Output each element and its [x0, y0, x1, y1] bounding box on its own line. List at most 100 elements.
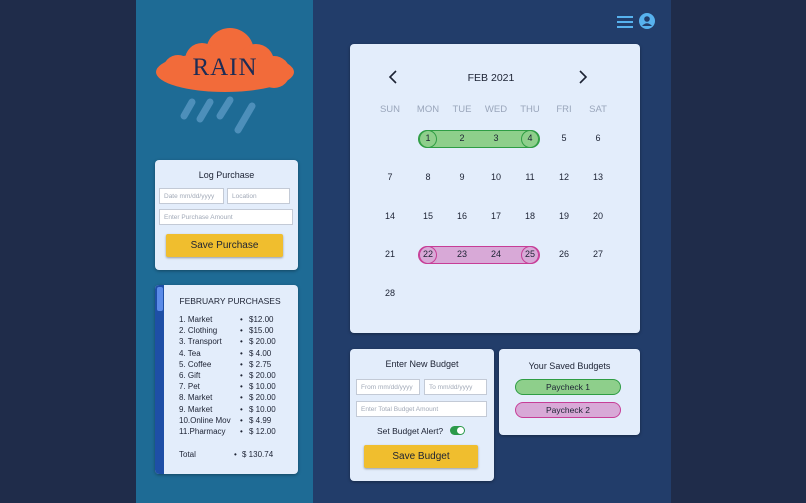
purchase-list-item: 4. Tea • $ 4.00 [179, 349, 291, 360]
calendar-day[interactable]: 2 [447, 133, 477, 143]
purchase-item-amount: $15.00 [249, 326, 274, 336]
weekday-header: MON [416, 104, 440, 115]
purchase-item-amount: $ 20.00 [249, 337, 276, 347]
purchase-list-item: 10.Online Mov • $ 4.99 [179, 416, 291, 427]
purchase-list-item: 11.Pharmacy • $ 12.00 [179, 427, 291, 438]
purchase-item-bullet: • [240, 315, 243, 324]
total-value: $ 130.74 [242, 450, 274, 459]
calendar-day[interactable]: 25 [515, 249, 545, 259]
purchase-list-item: 7. Pet • $ 10.00 [179, 382, 291, 393]
calendar-day[interactable]: 26 [549, 249, 579, 259]
calendar-day[interactable]: 1 [413, 133, 443, 143]
calendar-day[interactable]: 4 [515, 133, 545, 143]
save-budget-button[interactable]: Save Budget [364, 445, 478, 468]
purchase-item-amount: $12.00 [249, 315, 274, 324]
calendar-day[interactable]: 15 [413, 211, 443, 221]
budget-alert-toggle[interactable] [450, 426, 465, 435]
saved-budget-item[interactable]: Paycheck 1 [515, 379, 621, 395]
log-purchase-title: Log Purchase [198, 170, 255, 180]
purchase-amount-input[interactable] [159, 209, 293, 225]
purchase-item-bullet: • [240, 427, 243, 436]
weekday-header: SAT [589, 104, 607, 115]
calendar-day[interactable]: 8 [413, 172, 443, 182]
chevron-right-icon[interactable] [576, 69, 590, 85]
purchase-list-item: 1. Market • $12.00 [179, 315, 291, 326]
purchase-item-name: 7. Pet [179, 382, 200, 392]
saved-budgets-title: Your Saved Budgets [528, 361, 611, 371]
rain-logo: RAIN [150, 24, 300, 136]
purchase-item-amount: $ 10.00 [249, 404, 276, 414]
budget-to-input[interactable] [424, 379, 487, 395]
purchases-scroll-track[interactable] [155, 285, 164, 474]
purchase-item-name: 11.Pharmacy [179, 427, 226, 436]
weekday-header: TUE [452, 104, 472, 115]
logo-text: RAIN [192, 54, 258, 81]
purchase-item-amount: $ 20.00 [249, 371, 276, 380]
calendar-day[interactable]: 14 [375, 211, 405, 221]
calendar-day[interactable]: 16 [447, 211, 477, 221]
purchase-item-name: 9. Market [179, 404, 213, 414]
purchases-scroll-thumb[interactable] [157, 287, 163, 311]
calendar-day[interactable]: 6 [583, 133, 613, 143]
budget-amount-input[interactable] [356, 401, 487, 417]
calendar-day[interactable]: 12 [549, 172, 579, 182]
calendar-day[interactable]: 7 [375, 172, 405, 182]
purchase-item-amount: $ 4.00 [249, 348, 272, 358]
toggle-knob [457, 427, 464, 434]
purchase-list-item: 6. Gift • $ 20.00 [179, 371, 291, 382]
calendar-day[interactable]: 10 [481, 172, 511, 182]
calendar-day[interactable]: 9 [447, 172, 477, 182]
calendar-day[interactable]: 19 [549, 211, 579, 221]
purchase-location-input[interactable] [227, 188, 290, 204]
calendar-day[interactable]: 17 [481, 211, 511, 221]
total-label: Total [179, 450, 196, 459]
calendar-day[interactable]: 28 [375, 288, 405, 298]
purchase-item-bullet: • [240, 371, 243, 380]
purchase-item-bullet: • [240, 382, 243, 392]
calendar-day[interactable]: 5 [549, 133, 579, 143]
saved-budgets-card: Your Saved Budgets Paycheck 1 Paycheck 2 [499, 349, 640, 435]
purchase-item-name: 4. Tea [179, 348, 201, 358]
weekday-header: THU [520, 104, 540, 115]
calendar-day[interactable]: 13 [583, 172, 613, 182]
purchase-list-item: 2. Clothing • $15.00 [179, 326, 291, 337]
calendar-day[interactable]: 21 [375, 249, 405, 259]
calendar-day[interactable]: 18 [515, 211, 545, 221]
calendar-day[interactable]: 27 [583, 249, 613, 259]
calendar-day[interactable]: 20 [583, 211, 613, 221]
calendar-day[interactable]: 24 [481, 249, 511, 259]
weekday-header: WED [484, 104, 508, 115]
calendar-day[interactable]: 22 [413, 249, 443, 259]
purchase-list-item: 3. Transport • $ 20.00 [179, 337, 291, 348]
purchase-item-amount: $ 20.00 [249, 393, 276, 403]
calendar-day[interactable]: 23 [447, 249, 477, 259]
user-account-icon[interactable] [639, 13, 655, 29]
budget-from-input[interactable] [356, 379, 420, 395]
calendar-day[interactable]: 3 [481, 133, 511, 143]
purchase-item-name: 1. Market [179, 315, 213, 324]
new-budget-card: Enter New Budget Set Budget Alert? Save … [350, 349, 494, 481]
purchase-item-name: 3. Transport [179, 337, 222, 347]
purchase-item-amount: $ 10.00 [249, 382, 276, 392]
hamburger-menu-icon[interactable] [617, 15, 633, 29]
purchase-list-item: 5. Coffee • $ 2.75 [179, 360, 291, 371]
new-budget-title: Enter New Budget [385, 359, 459, 369]
purchase-item-amount: $ 2.75 [249, 359, 272, 369]
purchase-item-name: 2. Clothing [179, 326, 218, 336]
calendar-card: FEB 2021 SUN MON TUE WED THU FRI SAT 1 2 3 4 5 6 7 8 9 1… [350, 44, 640, 333]
log-purchase-card: Log Purchase Save Purchase [155, 160, 298, 270]
purchase-item-bullet: • [240, 415, 243, 425]
save-purchase-button[interactable]: Save Purchase [166, 234, 283, 257]
purchases-total-row: Total • $ 130.74 [179, 450, 291, 461]
purchase-item-amount: $ 12.00 [249, 427, 276, 436]
purchase-item-name: 6. Gift [179, 371, 201, 380]
budget-alert-label: Set Budget Alert? [377, 426, 444, 436]
purchase-item-bullet: • [240, 359, 243, 369]
calendar-day[interactable]: 11 [515, 172, 545, 182]
weekday-header: SUN [379, 104, 401, 115]
purchases-title: FEBRUARY PURCHASES [179, 296, 281, 306]
purchase-item-bullet: • [240, 326, 243, 336]
saved-budget-item[interactable]: Paycheck 2 [515, 402, 621, 418]
february-purchases-card: FEBRUARY PURCHASES 1. Market • $12.00 2. Cl… [155, 285, 298, 474]
purchase-date-input[interactable] [159, 188, 224, 204]
